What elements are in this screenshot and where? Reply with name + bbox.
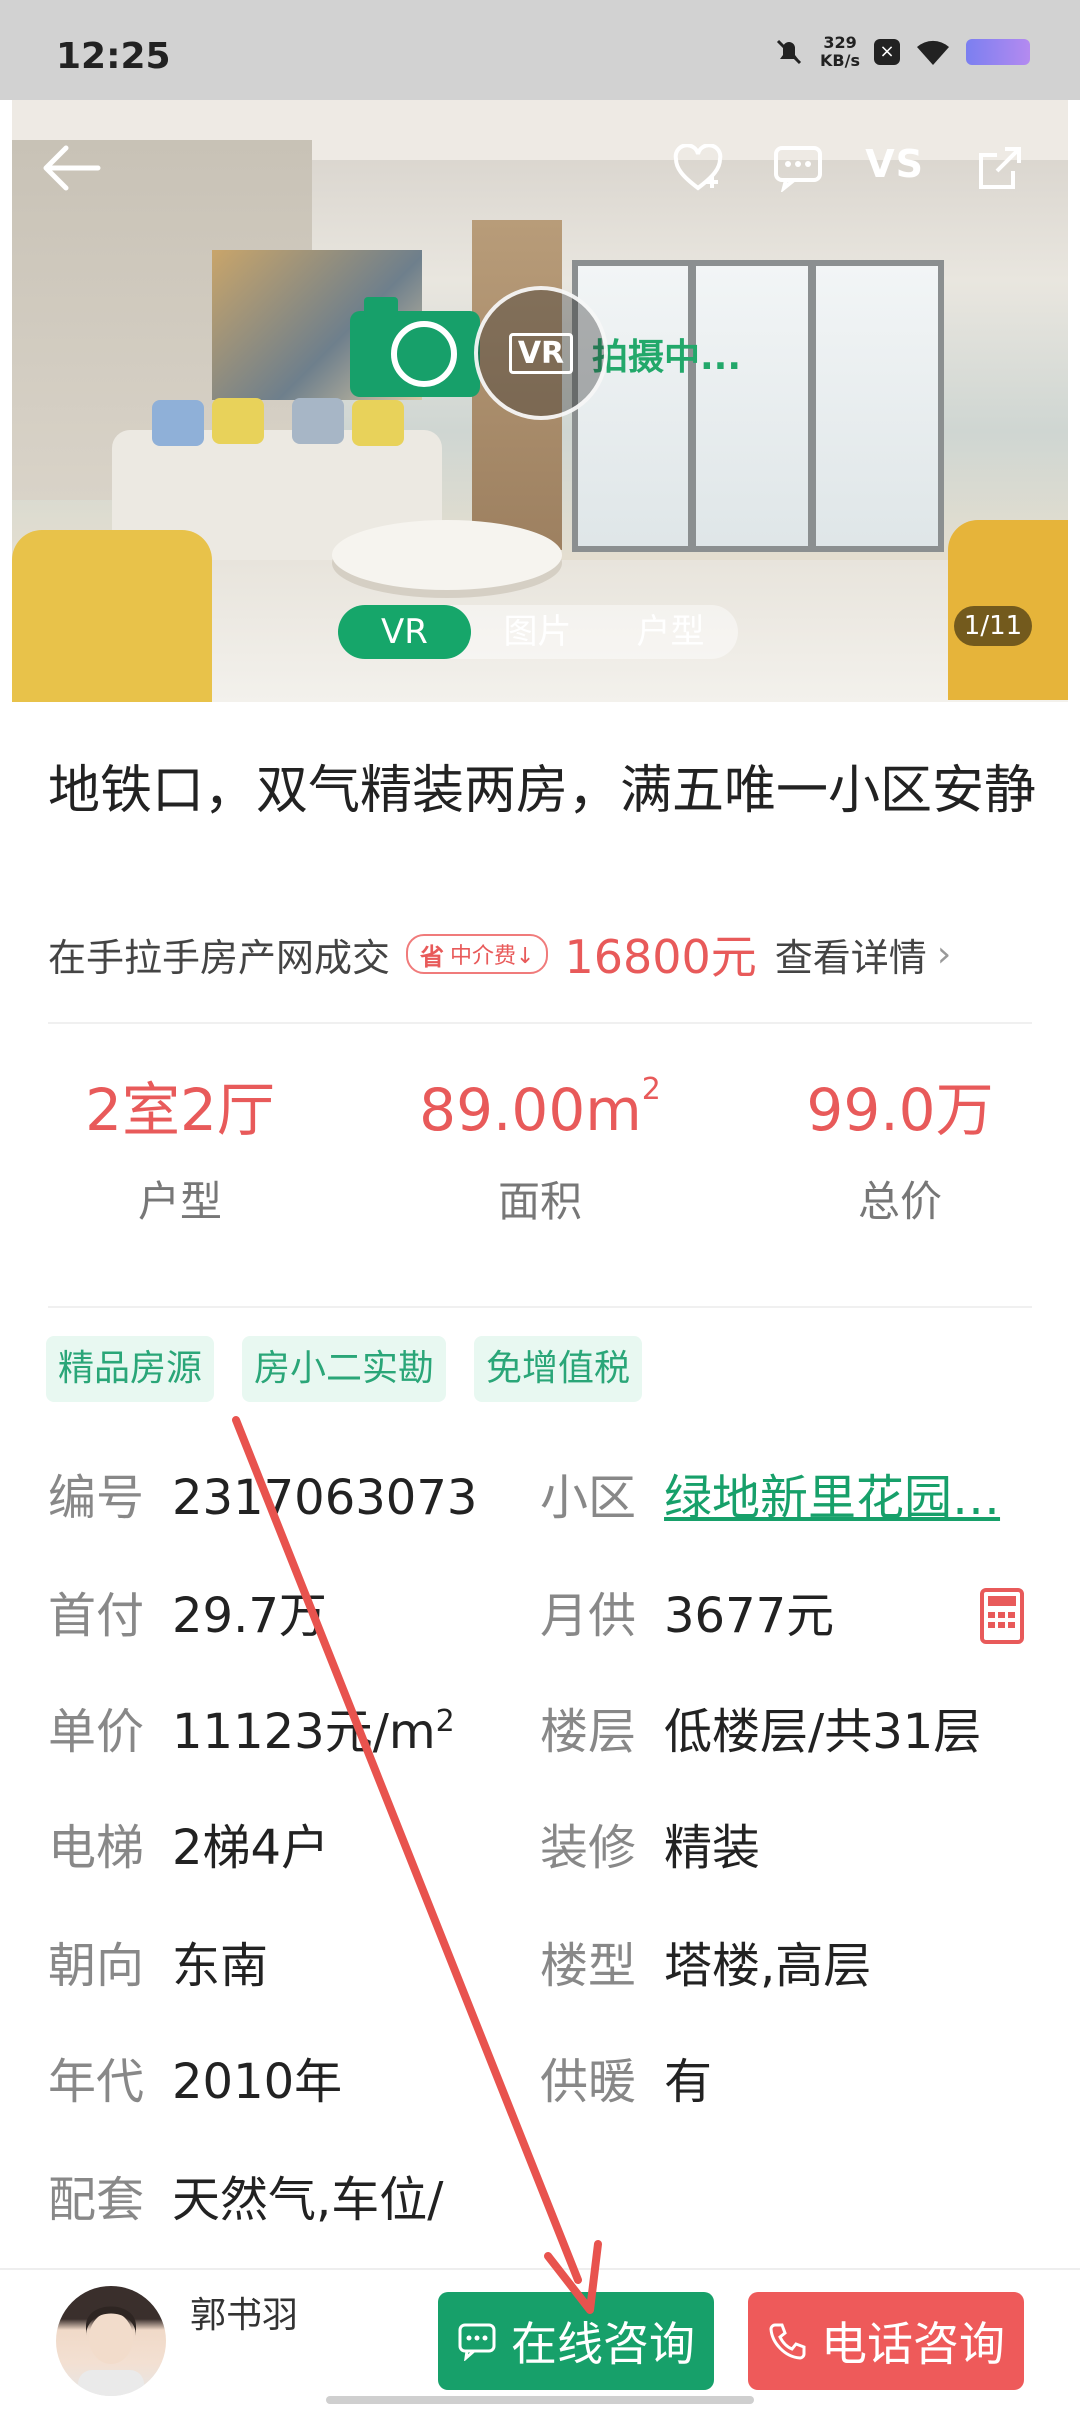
chevron-right-icon: › <box>936 933 952 975</box>
tag-item: 房小二实勘 <box>242 1336 447 1402</box>
compare-vs-button[interactable]: VS <box>865 142 924 186</box>
detail-community[interactable]: 小区 绿地新里花园… <box>540 1468 1000 1528</box>
tab-floorplan[interactable]: 户型 <box>604 605 737 659</box>
network-speed: 329 KB/s <box>820 33 860 70</box>
fee-price: 16800元 <box>564 930 757 984</box>
listing-title: 地铁口，双气精装两房，满五唯一小区安静 <box>48 761 1037 821</box>
detail-elevator: 电梯 2梯4户 <box>48 1820 330 1876</box>
status-time: 12:25 <box>56 36 171 77</box>
deal-row[interactable]: 在手拉手房产网成交 省 中介费↓ 16800元 查看详情 › <box>48 926 1038 984</box>
agent-name: 郭书羽 <box>190 2295 299 2336</box>
status-icons: 329 KB/s × <box>772 28 1030 76</box>
detail-facilities: 配套 天然气,车位/ <box>48 2172 444 2228</box>
detail-monthly: 月供 3677元 <box>540 1588 835 1644</box>
back-arrow-icon[interactable] <box>36 138 106 198</box>
detail-unit-price: 单价 11123元/m2 <box>48 1704 455 1760</box>
detail-heating: 供暖有 <box>540 2054 713 2110</box>
stat-total-price: 99.0万 总价 <box>806 1076 994 1226</box>
tag-item: 免增值税 <box>474 1336 643 1402</box>
detail-floor: 楼层 低楼层/共31层 <box>540 1704 982 1760</box>
status-bar: 12:25 329 KB/s × <box>0 0 1080 100</box>
home-indicator[interactable] <box>326 2396 754 2404</box>
tag-item: 精品房源 <box>46 1336 215 1402</box>
shooting-status: 拍摄中... <box>592 337 742 378</box>
photo-counter: 1/11 <box>954 606 1032 646</box>
share-icon[interactable] <box>972 140 1028 196</box>
divider <box>48 1022 1032 1024</box>
tab-vr[interactable]: VR <box>338 605 471 659</box>
detail-decoration: 装修 精装 <box>540 1820 761 1876</box>
battery-icon <box>966 39 1030 65</box>
community-link[interactable]: 绿地新里花园… <box>664 1470 1000 1526</box>
divider <box>48 1306 1032 1308</box>
online-consult-button[interactable]: 在线咨询 <box>438 2292 714 2390</box>
detail-orientation: 朝向 东南 <box>48 1938 269 1994</box>
calculator-icon[interactable] <box>980 1588 1024 1644</box>
chat-icon <box>458 2323 496 2361</box>
vr-label: VR <box>508 332 574 374</box>
agent-avatar[interactable] <box>56 2286 166 2396</box>
vr-play-button[interactable]: VR <box>474 286 608 420</box>
media-tabs: VR 图片 户型 <box>338 605 738 659</box>
stat-layout: 2室2厅 户型 <box>85 1076 275 1226</box>
wifi-icon <box>917 40 949 65</box>
deal-text: 在手拉手房产网成交 <box>48 935 391 980</box>
mute-bell-icon <box>772 35 806 69</box>
detail-code: 编号 2317063073 <box>48 1470 478 1526</box>
phone-consult-button[interactable]: 电话咨询 <box>748 2292 1024 2390</box>
detail-downpayment: 首付 29.7万 <box>48 1588 327 1644</box>
app-notification-icon: × <box>874 39 900 65</box>
detail-building-type: 楼型 塔楼,高层 <box>540 1938 872 1994</box>
view-detail-link[interactable]: 查看详情 <box>775 927 927 982</box>
favorite-heart-icon[interactable] <box>670 140 726 196</box>
feature-tags: 精品房源 房小二实勘 免增值税 <box>46 1336 643 1402</box>
tab-photos[interactable]: 图片 <box>471 605 604 659</box>
stat-area: 89.00m2 面积 <box>419 1072 661 1226</box>
detail-year: 年代 2010年 <box>48 2054 343 2110</box>
camera-icon <box>350 297 480 397</box>
fee-badge: 省 中介费↓ <box>406 934 549 974</box>
phone-icon <box>769 2323 806 2360</box>
message-icon[interactable] <box>770 140 826 196</box>
key-stats: 2室2厅 户型 89.00m2 面积 99.0万 总价 <box>0 1070 1080 1270</box>
